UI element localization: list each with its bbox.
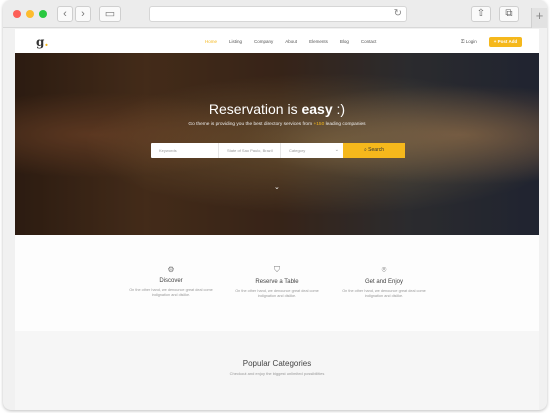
scroll-down-icon[interactable]: ⌄ <box>274 183 280 191</box>
feature-title: Discover <box>159 278 183 284</box>
hero-subtitle: Go theme is providing you the best direc… <box>188 122 366 127</box>
feature-enjoy: ⌾ Get and Enjoy On the other hand, we de… <box>334 265 434 299</box>
site-header: g. Home Listing Company About Elements B… <box>15 29 539 53</box>
tabs-overview-button[interactable]: ⧉ <box>499 6 519 22</box>
nav-about[interactable]: About <box>285 39 297 44</box>
address-bar[interactable]: ↻ <box>149 6 407 22</box>
location-pin-icon: ⌾ <box>381 265 387 274</box>
close-window-button[interactable] <box>13 10 21 18</box>
popular-categories-section: Popular Categories Checkout and enjoy th… <box>15 331 539 410</box>
new-tab-button[interactable]: + <box>531 8 547 28</box>
search-bar: Keywords State of Sao Paulo, Brazil Cate… <box>151 143 405 158</box>
keywords-input[interactable]: Keywords <box>151 143 219 158</box>
nav-contact[interactable]: Contact <box>361 39 377 44</box>
main-menu: Home Listing Company About Elements Blog… <box>205 39 388 44</box>
nav-company[interactable]: Company <box>254 39 273 44</box>
forward-button[interactable]: › <box>75 6 91 22</box>
nav-elements[interactable]: Elements <box>309 39 328 44</box>
feature-description: On the other hand, we denounce great dea… <box>129 288 213 297</box>
features-section: ⚙ Discover On the other hand, we denounc… <box>15 235 539 331</box>
section-subtitle: Checkout and enjoy the biggest unlimited… <box>229 371 325 376</box>
share-button[interactable]: ⇧ <box>471 6 491 22</box>
chevron-down-icon: ⌄ <box>334 147 339 153</box>
back-button[interactable]: ‹ <box>57 6 73 22</box>
section-title: Popular Categories <box>242 359 312 368</box>
web-page: g. Home Listing Company About Elements B… <box>15 29 539 410</box>
reload-icon[interactable]: ↻ <box>394 8 402 19</box>
minimize-window-button[interactable] <box>26 10 34 18</box>
post-ad-button[interactable]: + Post Add <box>489 37 522 47</box>
location-input[interactable]: State of Sao Paulo, Brazil <box>219 143 281 158</box>
login-link[interactable]: ⚿ Login <box>461 39 477 44</box>
feature-discover: ⚙ Discover On the other hand, we denounc… <box>121 265 221 298</box>
feature-title: Reserve a Table <box>255 279 299 285</box>
hero-banner: Reservation is easy :) Go theme is provi… <box>15 53 539 235</box>
feature-description: On the other hand, we denounce great dea… <box>235 289 319 298</box>
feature-title: Get and Enjoy <box>364 279 404 285</box>
nav-listing[interactable]: Listing <box>229 39 242 44</box>
feature-reserve: ⛉ Reserve a Table On the other hand, we … <box>227 265 327 299</box>
reserve-icon: ⛉ <box>274 265 280 274</box>
sidebar-toggle-icon[interactable]: ▭ <box>99 6 121 22</box>
nav-home[interactable]: Home <box>205 39 217 44</box>
feature-description: On the other hand, we denounce great dea… <box>342 289 426 298</box>
nav-blog[interactable]: Blog <box>340 39 349 44</box>
browser-window: ‹ › ▭ ↻ ⇧ ⧉ + g. Home Listing Company Ab… <box>3 0 547 410</box>
search-button[interactable]: ⌕ Search <box>343 143 405 158</box>
category-select[interactable]: Category ⌄ <box>281 143 343 158</box>
site-logo[interactable]: g. <box>36 35 49 49</box>
discover-icon: ⚙ <box>167 265 175 274</box>
hero-title: Reservation is easy :) <box>208 101 346 117</box>
maximize-window-button[interactable] <box>39 10 47 18</box>
browser-toolbar: ‹ › ▭ ↻ ⇧ ⧉ + <box>3 0 547 28</box>
